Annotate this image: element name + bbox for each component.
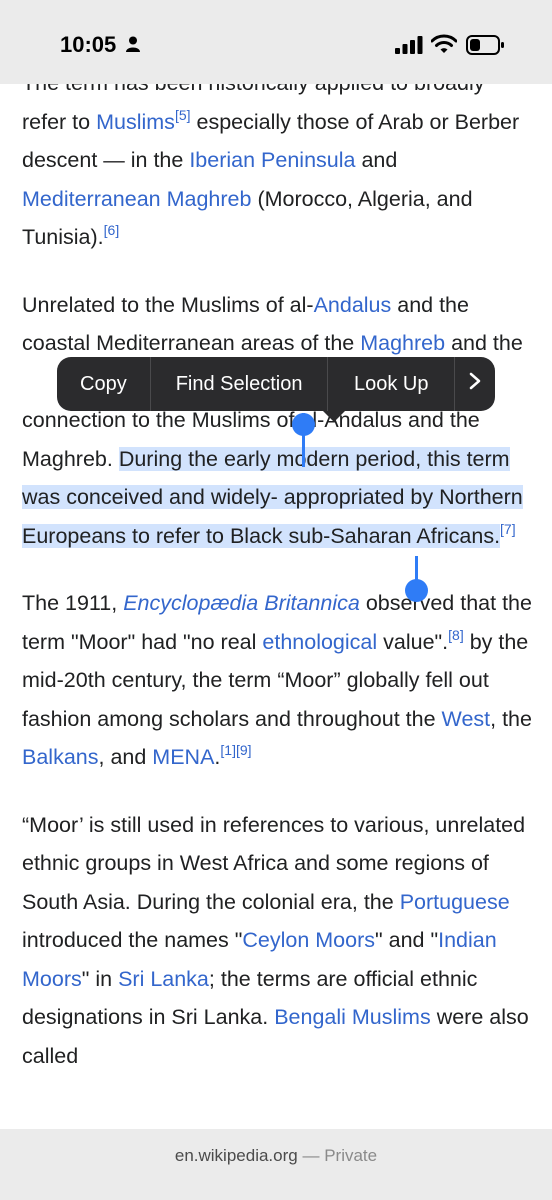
link-bengali-muslims[interactable]: Bengali Muslims (274, 1005, 431, 1029)
citation-5[interactable]: [5] (175, 107, 191, 123)
url-separator: — (297, 1146, 325, 1165)
paragraph-britannica: The 1911, Encyclopædia Britannica observ… (22, 584, 532, 777)
link-balkans[interactable]: Balkans (22, 745, 99, 769)
citation-7[interactable]: [7] (500, 521, 516, 537)
text-selection-menu: Copy Find Selection Look Up (57, 357, 495, 422)
text-span: " in (81, 966, 119, 991)
private-mode-label: Private (324, 1146, 378, 1165)
citation-6[interactable]: [6] (104, 222, 120, 238)
text-span: and the (445, 331, 523, 355)
text-span: Unrelated to the Muslims of al- (22, 292, 314, 317)
look-up-button[interactable]: Look Up (328, 357, 454, 411)
link-mediterranean-maghreb[interactable]: Mediterranean Maghreb (22, 187, 251, 211)
link-iberian-peninsula[interactable]: Iberian Peninsula (189, 148, 355, 172)
citation-8[interactable]: [8] (448, 627, 464, 643)
url-label[interactable]: en.wikipedia.org — Private (0, 1146, 552, 1166)
link-west[interactable]: West (442, 707, 491, 731)
battery-icon (466, 35, 504, 60)
copy-button[interactable]: Copy (57, 357, 150, 411)
person-icon (126, 36, 140, 57)
link-ceylon-moors[interactable]: Ceylon Moors (242, 928, 375, 952)
citation-9[interactable]: [9] (236, 742, 252, 758)
paragraph-unrelated-usage: Unrelated to the Muslims of al-Andalus a… (22, 286, 532, 556)
citation-1[interactable]: [1] (220, 742, 236, 758)
link-maghreb[interactable]: Maghreb (360, 331, 445, 355)
link-portuguese[interactable]: Portuguese (400, 890, 510, 914)
paragraph-current-usage: “Moor’ is still used in references to va… (22, 806, 532, 1076)
text-span: and (355, 148, 398, 172)
selection-start-handle[interactable] (292, 413, 315, 467)
paragraph-moors-definition: The term has been historically applied t… (22, 64, 532, 257)
link-sri-lanka[interactable]: Sri Lanka (118, 967, 209, 991)
text-span: " and " (375, 928, 439, 952)
status-bar: 10:05 (0, 0, 552, 84)
article-body: The term has been historically applied t… (22, 64, 532, 1075)
more-options-button[interactable] (455, 357, 495, 411)
link-ethnological[interactable]: ethnological (262, 630, 377, 654)
text-span: value". (377, 629, 449, 654)
chevron-right-icon (469, 372, 481, 396)
wifi-icon (430, 34, 458, 59)
url-domain: en.wikipedia.org (174, 1146, 298, 1165)
text-span: introduced the names " (22, 928, 243, 952)
link-muslims[interactable]: Muslims (96, 110, 175, 134)
text-span: The 1911, (22, 591, 124, 615)
link-encyclopaedia-britannica[interactable]: Encyclopædia Britannica (123, 591, 360, 615)
link-mena[interactable]: MENA (152, 745, 214, 769)
text-span: , the (490, 706, 532, 731)
status-time: 10:05 (60, 32, 117, 57)
address-bar[interactable]: en.wikipedia.org — Private (0, 1129, 552, 1200)
text-span: , and (98, 745, 153, 769)
find-selection-button[interactable]: Find Selection (151, 357, 328, 411)
selection-end-handle[interactable] (405, 556, 428, 602)
link-andalus[interactable]: Andalus (314, 293, 392, 317)
signal-icon (395, 36, 423, 59)
